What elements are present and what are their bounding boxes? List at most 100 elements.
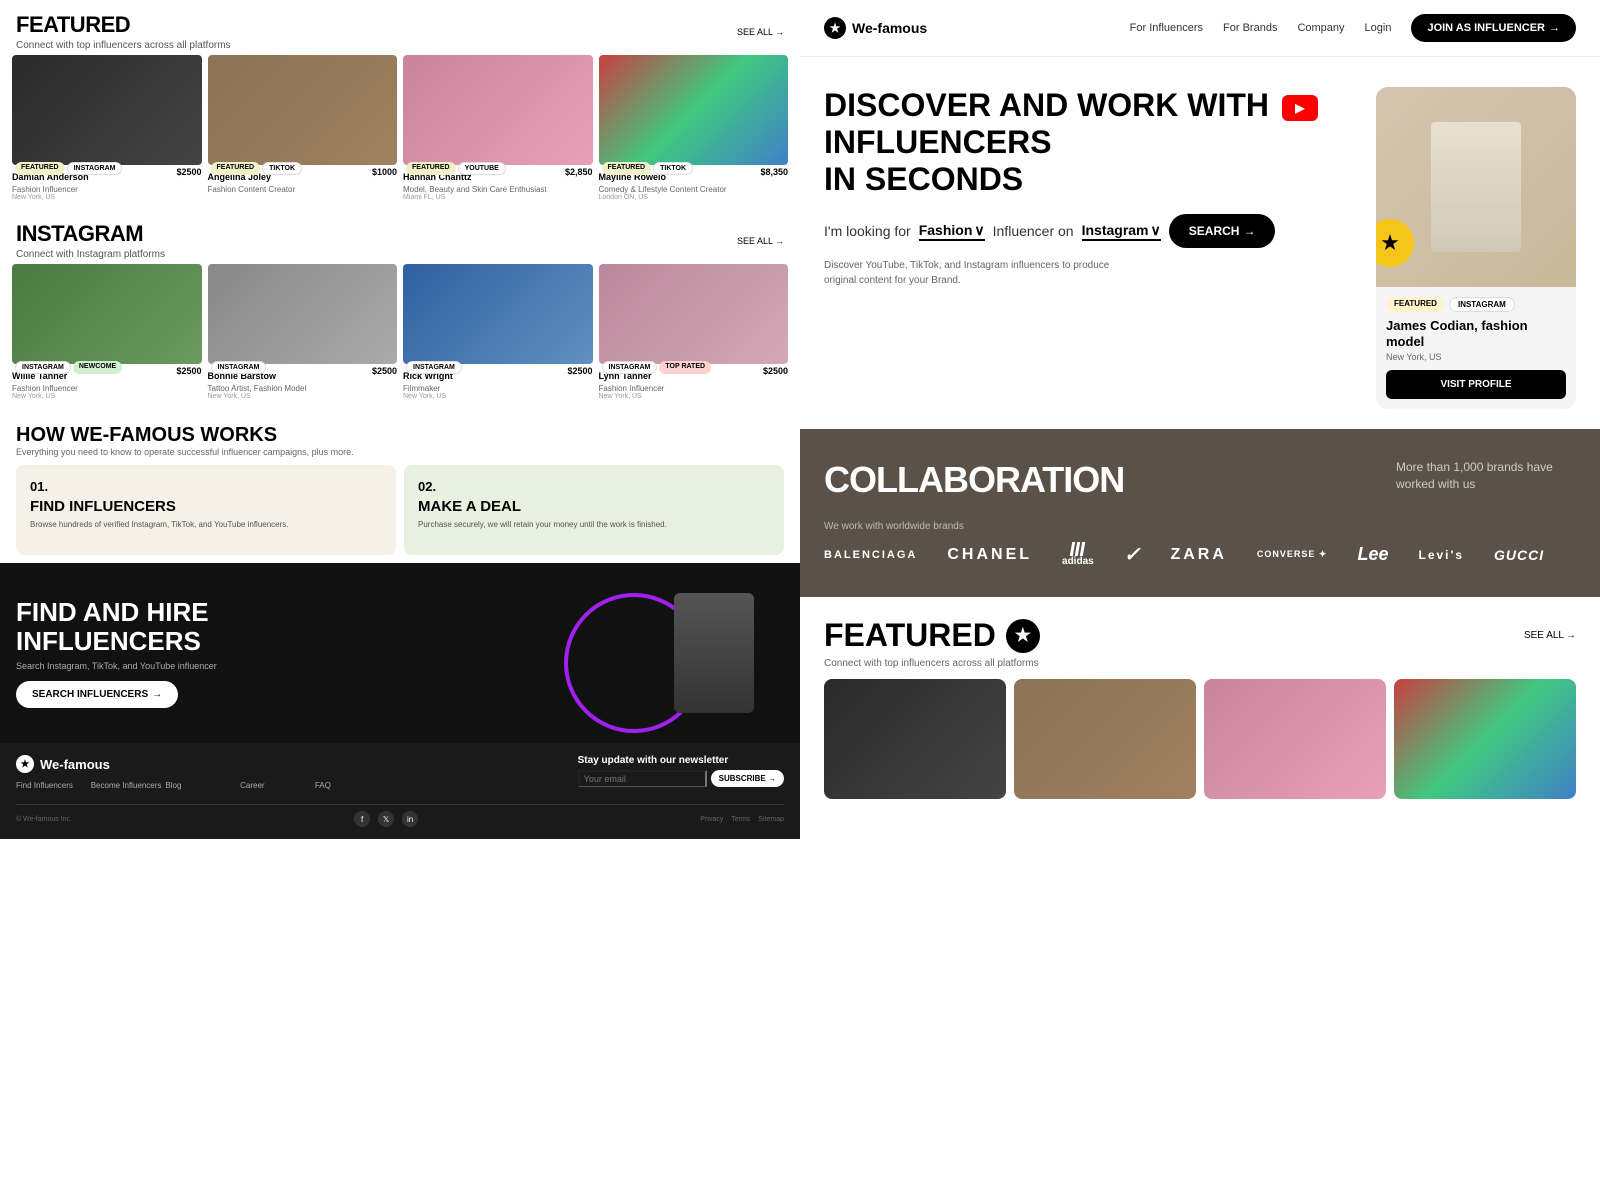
influencer-card-4[interactable]: FEATURED TIKTOK Mayline Rowelo $8,350 Co… xyxy=(599,55,789,201)
left-panel: FEATURED Connect with top influencers ac… xyxy=(0,0,800,1200)
footer-legal-links: Privacy Terms Sitemap xyxy=(700,816,784,823)
hero-card-image: ★ xyxy=(1376,87,1576,287)
instagram-title: INSTAGRAM xyxy=(16,221,165,247)
influencer-price: $1000 xyxy=(372,167,397,177)
feat-card-4[interactable] xyxy=(1394,679,1576,799)
nav-login[interactable]: Login xyxy=(1365,22,1392,34)
influencer-location: London ON, US xyxy=(599,194,789,201)
search-button[interactable]: SEARCH → xyxy=(1169,214,1276,248)
feat-card-1[interactable] xyxy=(824,679,1006,799)
nav-links: For Influencers For Brands Company Login… xyxy=(1130,14,1576,42)
brand-converse: CONVERSE ✦ xyxy=(1257,549,1328,560)
how-card-find: 01. FIND INFLUENCERS Browse hundreds of … xyxy=(16,465,396,555)
badge-featured: FEATURED xyxy=(211,162,261,175)
footer-link-become[interactable]: Become Influencers xyxy=(91,781,162,790)
badge-instagram: INSTAGRAM xyxy=(602,361,658,374)
ig-card-3[interactable]: INSTAGRAM Rick Wright $2500 Filmmaker Ne… xyxy=(403,264,593,400)
influencer-role: Comedy & Lifestyle Content Creator xyxy=(599,185,789,194)
hero-section: DISCOVER AND WORK WITH INFLUENCERS IN SE… xyxy=(800,57,1600,429)
right-see-all[interactable]: SEE ALL → xyxy=(1524,630,1576,641)
left-footer: ★ We-famous Find Influencers Become Infl… xyxy=(0,743,800,839)
hero-description: Discover YouTube, TikTok, and Instagram … xyxy=(824,258,1144,288)
footer-copyright: © We-famous Inc. xyxy=(16,816,72,823)
featured-star-icon: ★ xyxy=(1006,619,1040,653)
influencer-role: Fashion Influencer xyxy=(12,384,202,393)
brand-gucci: GUCCI xyxy=(1494,547,1544,563)
instagram-see-all[interactable]: SEE ALL → xyxy=(737,236,784,246)
ig-card-2[interactable]: INSTAGRAM Bonnie Barstow $2500 Tattoo Ar… xyxy=(208,264,398,400)
influencer-location: New York, US xyxy=(12,194,202,201)
linkedin-icon[interactable]: in xyxy=(402,811,418,827)
find-hire-title: FIND AND HIRE INFLUENCERS xyxy=(16,598,216,655)
influencer-price: $2500 xyxy=(176,366,201,376)
right-featured-title: FEATURED ★ xyxy=(824,617,1040,654)
badge-newcome: NEWCOME xyxy=(73,361,122,374)
category-dropdown[interactable]: Fashion ∨ xyxy=(919,222,985,241)
right-featured-header: FEATURED ★ SEE ALL → xyxy=(824,617,1576,654)
subscribe-button[interactable]: SUBSCRIBE → xyxy=(711,770,784,787)
find-hire-section: FIND AND HIRE INFLUENCERS Search Instagr… xyxy=(0,563,800,743)
influencer-location: Miami FL, US xyxy=(403,194,593,201)
influencer-card-1[interactable]: FEATURED INSTAGRAM Damian Anderson $2500… xyxy=(12,55,202,201)
newsletter: Stay update with our newsletter SUBSCRIB… xyxy=(578,755,784,787)
instagram-subtitle: Connect with Instagram platforms xyxy=(16,249,165,260)
terms-link[interactable]: Terms xyxy=(731,816,750,823)
how-card-desc-1: Browse hundreds of verified Instagram, T… xyxy=(30,519,382,530)
how-card-title-1: FIND INFLUENCERS xyxy=(30,498,382,515)
search-influencers-button[interactable]: SEARCH INFLUENCERS → xyxy=(16,681,178,708)
hero-ig-badge: INSTAGRAM xyxy=(1449,297,1515,312)
how-card-deal: 02. MAKE A DEAL Purchase securely, we wi… xyxy=(404,465,784,555)
footer-link-career[interactable]: Career xyxy=(240,781,311,790)
featured-title: FEATURED xyxy=(16,12,231,38)
influencer-location: New York, US xyxy=(599,393,789,400)
privacy-link[interactable]: Privacy xyxy=(700,816,723,823)
influencer-price: $2500 xyxy=(567,366,592,376)
how-card-desc-2: Purchase securely, we will retain your m… xyxy=(418,519,770,530)
badge-featured: FEATURED xyxy=(15,162,65,175)
nav-for-influencers[interactable]: For Influencers xyxy=(1130,22,1203,34)
badge-tiktok: TIKTOK xyxy=(653,162,693,175)
feat-card-3[interactable] xyxy=(1204,679,1386,799)
featured-see-all[interactable]: SEE ALL → xyxy=(737,27,784,37)
nav-logo: ★ We-famous xyxy=(824,17,927,39)
how-title: HOW WE-FAMOUS WORKS xyxy=(16,424,784,447)
badge-instagram: INSTAGRAM xyxy=(406,361,462,374)
search-label: I'm looking for xyxy=(824,223,911,239)
collab-desc: More than 1,000 brands have worked with … xyxy=(1396,459,1576,493)
facebook-icon[interactable]: f xyxy=(354,811,370,827)
instagram-section: INSTAGRAM Connect with Instagram platfor… xyxy=(0,209,800,416)
hero-card-badges: FEATURED INSTAGRAM xyxy=(1386,297,1566,312)
badge-tiktok: TIKTOK xyxy=(262,162,302,175)
twitter-icon[interactable]: 𝕏 xyxy=(378,811,394,827)
badge-toprated: TOP RATED xyxy=(659,361,711,374)
footer-link-find[interactable]: Find Influencers xyxy=(16,781,87,790)
feat-card-img-1 xyxy=(824,679,1006,799)
brand-zara: ZARA xyxy=(1170,546,1226,564)
nav-company[interactable]: Company xyxy=(1297,22,1344,34)
collab-subtitle: We work with worldwide brands xyxy=(824,521,1576,532)
nav-logo-star-icon: ★ xyxy=(824,17,846,39)
badge-youtube: YOUTUBE xyxy=(458,162,506,175)
footer-link-faq[interactable]: FAQ xyxy=(315,781,386,790)
influencer-card-2[interactable]: FEATURED TIKTOK Angelina Joley $1000 Fas… xyxy=(208,55,398,201)
ig-card-1[interactable]: INSTAGRAM NEWCOME Willie Tanner $2500 Fa… xyxy=(12,264,202,400)
nav-for-brands[interactable]: For Brands xyxy=(1223,22,1277,34)
how-cards: 01. FIND INFLUENCERS Browse hundreds of … xyxy=(16,465,784,555)
influencer-card-3[interactable]: FEATURED YOUTUBE Hannah Chanttz $2,850 M… xyxy=(403,55,593,201)
footer-social: f 𝕏 in xyxy=(354,811,418,827)
newsletter-email-input[interactable] xyxy=(578,770,707,787)
footer-link-blog[interactable]: Blog xyxy=(165,781,236,790)
visit-profile-button[interactable]: VISIT PROFILE xyxy=(1386,370,1566,399)
how-section: HOW WE-FAMOUS WORKS Everything you need … xyxy=(0,416,800,563)
join-influencer-button[interactable]: JOIN AS INFLUENCER → xyxy=(1411,14,1576,42)
influencer-location: New York, US xyxy=(403,393,593,400)
how-card-title-2: MAKE A DEAL xyxy=(418,498,770,515)
influencer-role: Tattoo Artist, Fashion Model xyxy=(208,384,398,393)
sitemap-link[interactable]: Sitemap xyxy=(758,816,784,823)
footer-logo: ★ We-famous xyxy=(16,755,386,773)
feat-card-2[interactable] xyxy=(1014,679,1196,799)
ig-card-4[interactable]: INSTAGRAM TOP RATED Lynn Tanner $2500 Fa… xyxy=(599,264,789,400)
footer-top-row: ★ We-famous Find Influencers Become Infl… xyxy=(16,755,784,798)
feat-card-img-3 xyxy=(1204,679,1386,799)
platform-dropdown[interactable]: Instagram ∨ xyxy=(1082,222,1161,241)
